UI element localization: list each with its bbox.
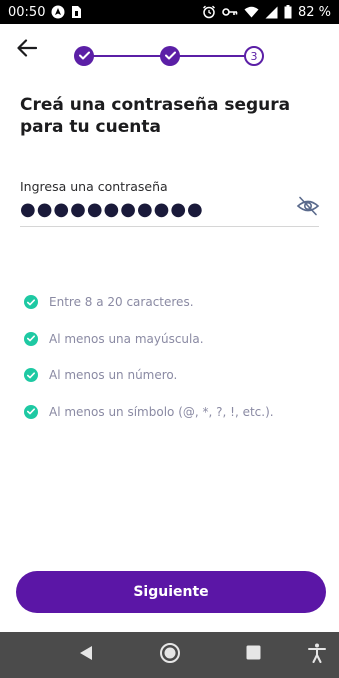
step-3-current: 3 <box>244 46 264 66</box>
back-button[interactable] <box>14 38 40 62</box>
progress-stepper: 3 <box>74 45 264 67</box>
password-requirements-list: Entre 8 a 20 caracteres. Al menos una ma… <box>24 284 324 430</box>
battery-percentage: 82 % <box>297 4 331 20</box>
sim-icon <box>71 5 82 19</box>
nav-recents-button[interactable] <box>241 643 265 667</box>
step-2-complete <box>160 46 180 66</box>
check-circle-icon <box>24 295 38 310</box>
check-circle-icon <box>24 368 38 383</box>
check-circle-icon <box>24 404 38 419</box>
password-input[interactable] <box>20 196 290 222</box>
battery-icon <box>284 5 292 19</box>
nav-accessibility-button[interactable] <box>305 643 329 667</box>
next-button[interactable]: Siguiente <box>16 571 326 613</box>
check-icon <box>78 47 90 65</box>
nav-home-button[interactable] <box>158 642 182 669</box>
recents-square-icon <box>246 645 261 665</box>
check-circle-icon <box>24 331 38 346</box>
password-field-label: Ingresa una contraseña <box>20 179 168 194</box>
eye-off-icon <box>296 196 320 221</box>
requirement-text: Al menos una mayúscula. <box>49 331 204 346</box>
home-circle-icon <box>159 642 181 669</box>
signal-icon <box>265 6 278 19</box>
requirement-text: Al menos un símbolo (@, *, ?, !, etc.). <box>49 404 274 419</box>
accessibility-icon <box>308 643 326 668</box>
password-field-underline <box>20 226 319 227</box>
requirement-length: Entre 8 a 20 caracteres. <box>24 284 324 321</box>
requirement-text: Al menos un número. <box>49 368 178 383</box>
requirement-text: Entre 8 a 20 caracteres. <box>49 295 194 310</box>
status-time: 00:50 <box>8 4 46 20</box>
requirement-number: Al menos un número. <box>24 357 324 394</box>
toggle-password-visibility-button[interactable] <box>295 196 321 220</box>
vpn-key-icon <box>222 6 238 18</box>
navigation-icon <box>51 5 65 19</box>
page-title: Creá una contraseña segura para tu cuent… <box>20 95 291 137</box>
nav-back-button[interactable] <box>74 643 98 667</box>
check-icon <box>164 47 176 65</box>
wifi-icon <box>244 6 259 18</box>
alarm-icon <box>202 5 216 19</box>
status-bar: 00:50 82 % <box>0 0 339 24</box>
requirement-uppercase: Al menos una mayúscula. <box>24 321 324 358</box>
requirement-symbol: Al menos un símbolo (@, *, ?, !, etc.). <box>24 394 324 431</box>
system-navigation-bar <box>0 632 339 678</box>
arrow-left-icon <box>17 38 38 62</box>
step-1-complete <box>74 46 94 66</box>
back-triangle-icon <box>78 645 94 666</box>
